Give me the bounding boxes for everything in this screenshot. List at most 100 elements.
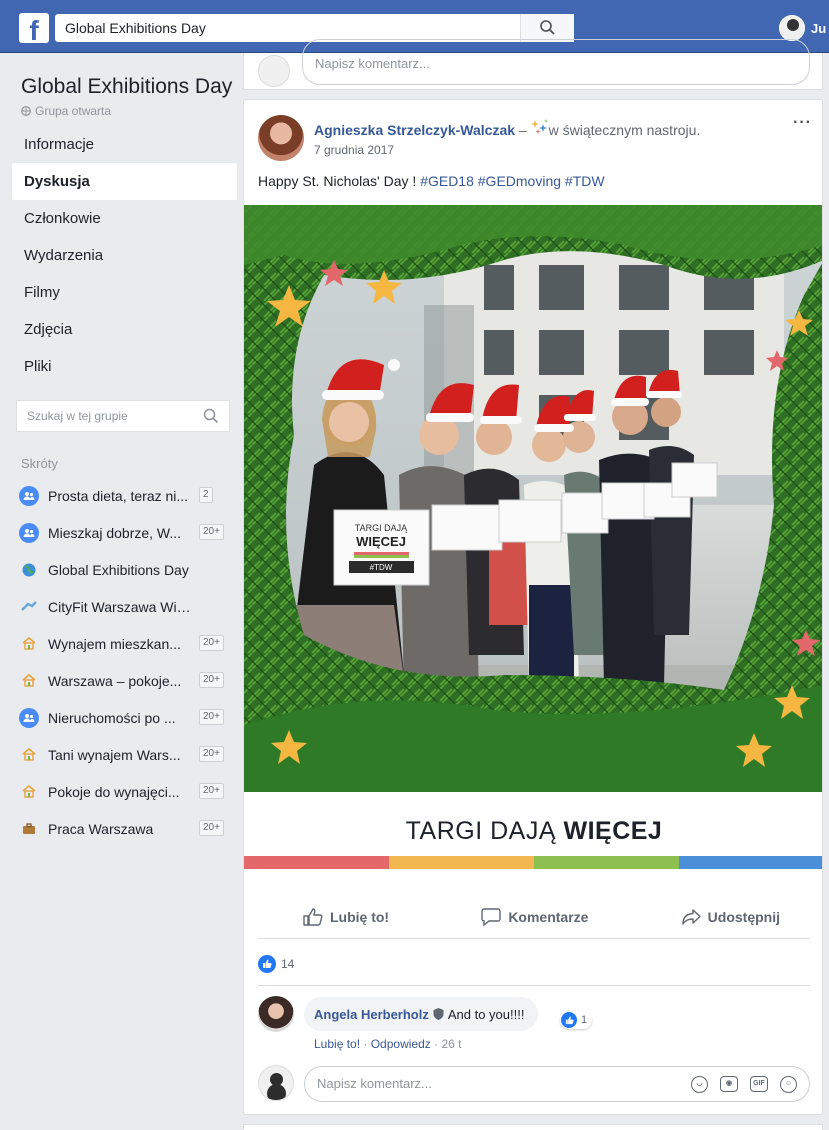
- comment-text: And to you!!!!: [447, 1006, 525, 1022]
- feeling-text: w świątecznym nastroju.: [548, 122, 701, 138]
- hashtags[interactable]: #GED18 #GEDmoving #TDW: [420, 173, 604, 189]
- facebook-logo-icon[interactable]: f: [19, 13, 49, 43]
- group-icon: [19, 522, 39, 543]
- more-options-icon[interactable]: ···: [793, 114, 812, 132]
- banner-regular: TARGI DAJĄ: [405, 817, 564, 845]
- shortcut-count-badge: 20+: [199, 672, 224, 688]
- post-text: Happy St. Nicholas' Day ! #GED18 #GEDmov…: [258, 173, 605, 189]
- post-date[interactable]: 7 grudnia 2017: [314, 143, 394, 157]
- banner-bold: WIĘCEJ: [563, 817, 663, 845]
- shortcut-count-badge: 20+: [199, 709, 224, 725]
- previous-post-card: Napisz komentarz...: [243, 39, 823, 90]
- nav-item-filmy[interactable]: Filmy: [12, 274, 237, 311]
- stripe-blue: [679, 856, 822, 869]
- search-icon: [540, 20, 555, 35]
- profile-link[interactable]: Ju: [779, 15, 826, 41]
- avatar: [779, 15, 805, 41]
- badge-icon: [433, 1008, 444, 1020]
- comment-input[interactable]: Napisz komentarz...: [302, 39, 810, 85]
- user-name: Ju: [811, 20, 827, 36]
- like-reaction-icon: [258, 955, 276, 973]
- like-count: 14: [281, 957, 295, 971]
- briefcase-icon: [19, 819, 39, 839]
- post-card: Agnieszka Strzelczyk-Walczak – w świątec…: [243, 99, 823, 1115]
- gif-icon[interactable]: GIF: [750, 1076, 768, 1092]
- like-button[interactable]: Lubię to!: [303, 907, 390, 926]
- shortcut-label: Nieruchomości po ...: [48, 709, 176, 726]
- reactions-summary[interactable]: 14: [258, 955, 294, 973]
- group-type-label: Grupa otwarta: [35, 104, 112, 118]
- shortcut-count-badge: 20+: [199, 783, 224, 799]
- color-stripe: [244, 856, 822, 869]
- shortcut-item[interactable]: Praca Warszawa 20+: [12, 810, 237, 847]
- shortcut-item[interactable]: Prosta dieta, teraz ni... 2: [12, 477, 237, 514]
- house-icon: [19, 745, 39, 765]
- sticker-icon[interactable]: ☺: [780, 1076, 797, 1093]
- shortcut-label: Wynajem mieszkan...: [48, 635, 181, 652]
- shortcut-count-badge: 20+: [199, 746, 224, 762]
- house-icon: [19, 634, 39, 654]
- emoji-icon[interactable]: ◡: [691, 1076, 708, 1093]
- shortcut-item[interactable]: Pokoje do wynajęci... 20+: [12, 773, 237, 810]
- shortcut-label: Tani wynajem Wars...: [48, 746, 181, 763]
- current-user-avatar: [258, 1065, 294, 1101]
- comment-button[interactable]: Komentarze: [481, 907, 589, 926]
- sign-line-2: WIĘCEJ: [356, 534, 406, 549]
- group-title[interactable]: Global Exhibitions Day: [12, 73, 237, 100]
- next-post-card: [243, 1124, 823, 1130]
- nav-item-informacje[interactable]: Informacje: [12, 126, 237, 163]
- shortcut-item[interactable]: Wynajem mieszkan... 20+: [12, 625, 237, 662]
- search-button[interactable]: [520, 14, 574, 42]
- search-input[interactable]: Global Exhibitions Day: [55, 14, 574, 42]
- shortcuts-list: Prosta dieta, teraz ni... 2 Mieszkaj dobrz…: [12, 477, 237, 847]
- shortcuts-heading: Skróty: [21, 456, 58, 471]
- nav-item-czlonkowie[interactable]: Członkowie: [12, 200, 237, 237]
- commenter-avatar[interactable]: [258, 996, 294, 1032]
- shortcut-item[interactable]: Nieruchomości po ... 20+: [12, 699, 237, 736]
- sparkle-icon: [530, 119, 548, 135]
- camera-icon[interactable]: ◉: [720, 1076, 738, 1092]
- group-icon: [19, 485, 39, 506]
- comment-reactions[interactable]: 1: [560, 1011, 593, 1029]
- shortcut-label: Mieszkaj dobrze, W...: [48, 524, 182, 541]
- group-search-input[interactable]: Szukaj w tej grupie: [16, 400, 230, 432]
- reply-link[interactable]: Odpowiedz: [371, 1037, 431, 1051]
- author-name[interactable]: Agnieszka Strzelczyk-Walczak: [314, 122, 515, 138]
- post-actions: Lubię to! Komentarze Udostępnij: [258, 895, 810, 939]
- shortcut-label: CityFit Warszawa Wiatr...: [48, 598, 198, 615]
- commenter-name[interactable]: Angela Herberholz: [314, 1007, 429, 1022]
- separator: ·: [430, 1037, 442, 1051]
- comment-label: Komentarze: [508, 908, 589, 925]
- comment-placeholder: Napisz komentarz...: [317, 1076, 432, 1091]
- post-photo[interactable]: TARGI DAJĄ WIĘCEJ #TDW: [244, 205, 822, 792]
- shortcut-label: Praca Warszawa: [48, 820, 154, 837]
- shortcut-item[interactable]: Warszawa – pokoje... 20+: [12, 662, 237, 699]
- nav-item-zdjecia[interactable]: Zdjęcia: [12, 311, 237, 348]
- shortcut-label: Global Exhibitions Day: [48, 561, 189, 578]
- share-button[interactable]: Udostępnij: [681, 908, 780, 926]
- comment-bubble: Angela Herberholz And to you!!!!: [304, 997, 539, 1031]
- shortcut-item[interactable]: CityFit Warszawa Wiatr...: [12, 588, 237, 625]
- shortcut-count-badge: 20+: [199, 820, 224, 836]
- like-label: Lubię to!: [330, 908, 390, 925]
- shortcut-item[interactable]: Tani wynajem Wars... 20+: [12, 736, 237, 773]
- shortcut-item[interactable]: Global Exhibitions Day: [12, 551, 237, 588]
- comment-input[interactable]: Napisz komentarz... ◡ ◉ GIF ☺: [304, 1066, 810, 1102]
- nav-item-wydarzenia[interactable]: Wydarzenia: [12, 237, 237, 274]
- comment-icon: [481, 907, 502, 926]
- divider: [258, 985, 810, 986]
- nav-item-dyskusja[interactable]: Dyskusja: [12, 163, 237, 200]
- christmas-group-photo: TARGI DAJĄ WIĘCEJ #TDW: [244, 205, 822, 792]
- comment-time[interactable]: 26 t: [441, 1037, 461, 1051]
- shortcut-label: Warszawa – pokoje...: [48, 672, 182, 689]
- shortcut-count-badge: 20+: [199, 635, 224, 651]
- author-avatar[interactable]: [258, 115, 304, 161]
- nav-item-pliki[interactable]: Pliki: [12, 348, 237, 385]
- group-icon: [19, 707, 39, 728]
- avatar: [258, 55, 290, 87]
- comment-like-link[interactable]: Lubię to!: [314, 1037, 360, 1051]
- post-body: Happy St. Nicholas' Day !: [258, 173, 421, 189]
- shortcut-item[interactable]: Mieszkaj dobrze, W... 20+: [12, 514, 237, 551]
- shortcut-label: Pokoje do wynajęci...: [48, 783, 180, 800]
- shortcut-count-badge: 20+: [199, 524, 224, 540]
